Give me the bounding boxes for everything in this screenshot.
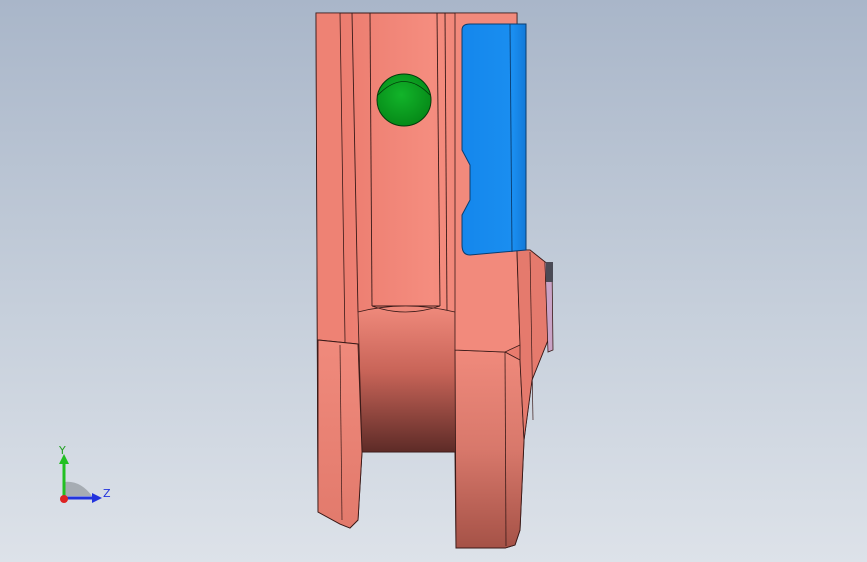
x-axis-dot [60, 495, 68, 503]
wheel-groove [357, 305, 458, 453]
side-tab-top [546, 262, 553, 282]
z-arrow-head [92, 493, 102, 503]
body-lower-right-block [454, 349, 525, 549]
part-model[interactable] [0, 0, 867, 562]
triad-plane [64, 481, 92, 496]
axis-triad [59, 454, 102, 503]
graphics-viewport[interactable]: Y Z [0, 0, 867, 562]
clamp-pad[interactable] [461, 23, 527, 256]
z-axis-label: Z [103, 487, 111, 500]
y-axis-label: Y [59, 444, 66, 457]
